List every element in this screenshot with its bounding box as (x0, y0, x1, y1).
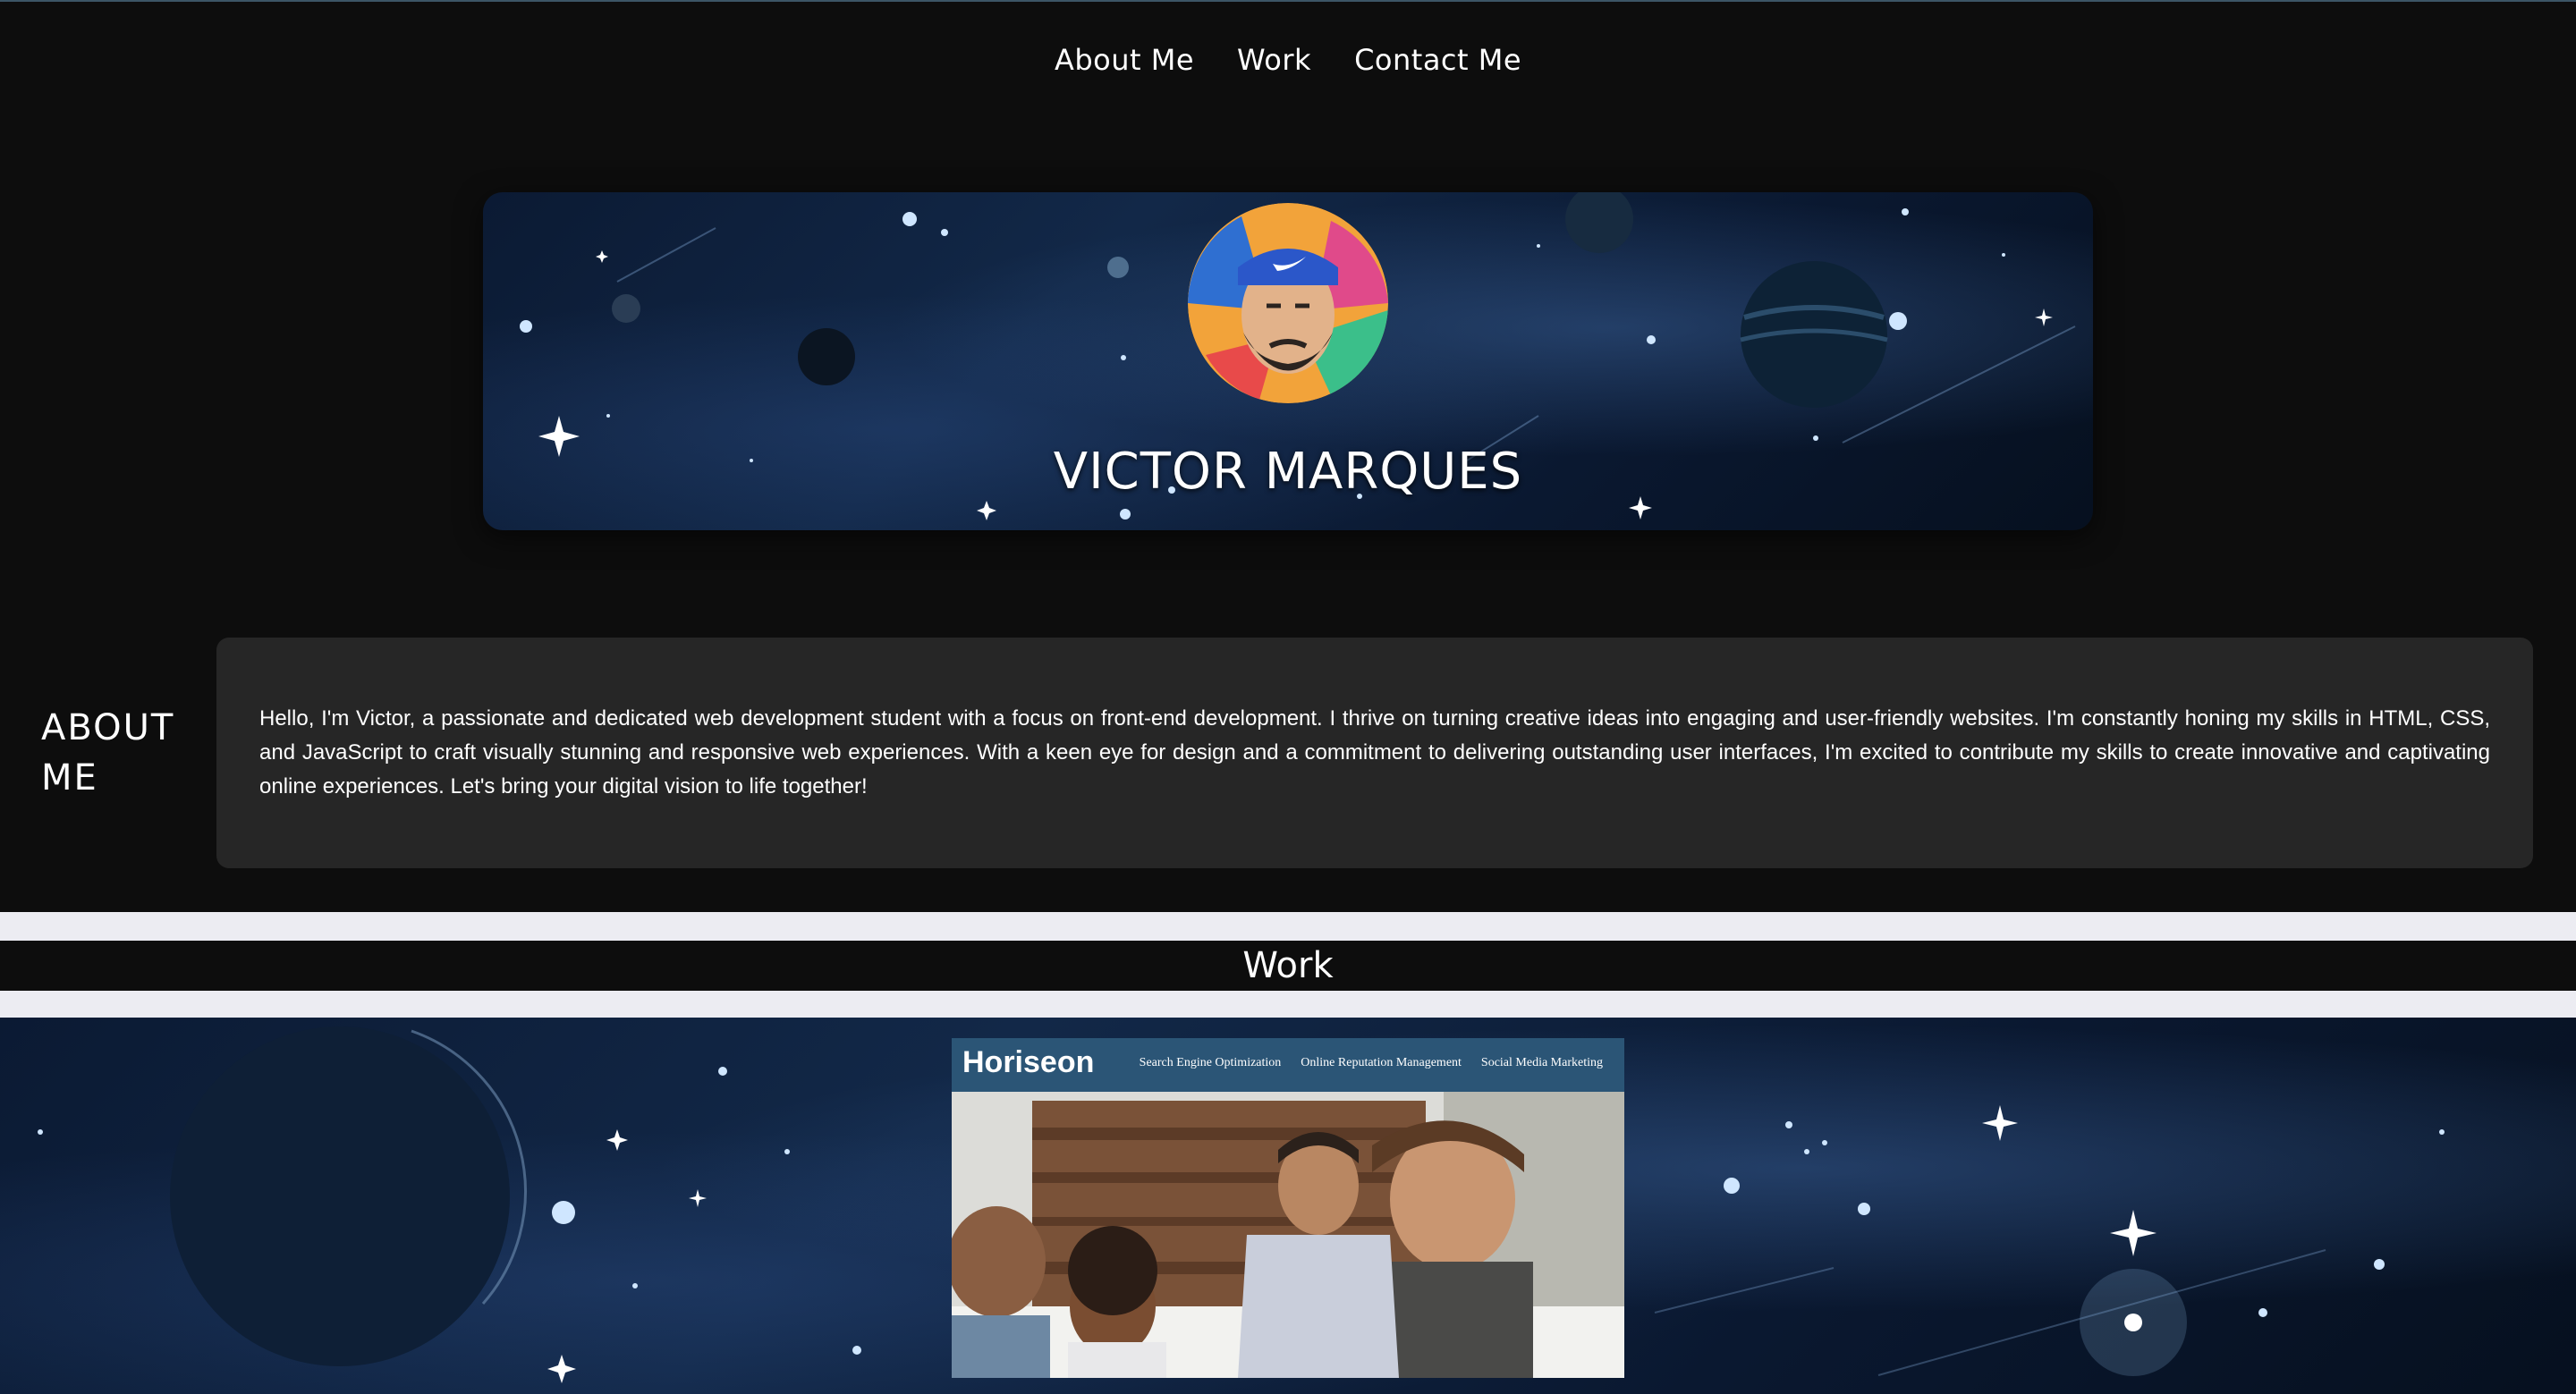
project-nav-item: Search Engine Optimization (1139, 1056, 1282, 1069)
work-section: Horiseon Search Engine Optimization Onli… (0, 1018, 2576, 1394)
about-card: Hello, I'm Victor, a passionate and dedi… (216, 638, 2533, 868)
nav-work[interactable]: Work (1237, 43, 1311, 77)
divider-band-bottom (0, 991, 2576, 1018)
top-nav: About Me Work Contact Me (0, 43, 2576, 77)
project-nav-item: Social Media Marketing (1480, 1056, 1603, 1069)
about-heading: ABOUT ME (41, 707, 175, 798)
person-avatar-icon (1188, 203, 1388, 403)
project-screenshot-image (952, 1092, 1624, 1378)
work-heading: Work (1242, 945, 1334, 986)
hero-banner: VICTOR MARQUES (483, 192, 2093, 530)
project-nav: Search Engine Optimization Online Reputa… (1140, 1056, 1603, 1070)
project-nav-item: Online Reputation Management (1301, 1056, 1462, 1069)
about-text: Hello, I'm Victor, a passionate and dedi… (259, 706, 2490, 798)
project-card-horiseon[interactable]: Horiseon Search Engine Optimization Onli… (952, 1038, 1624, 1378)
work-heading-bar: Work (0, 941, 2576, 991)
hero-name: VICTOR MARQUES (1053, 443, 1523, 501)
project-brand: Horiseon (962, 1045, 1095, 1079)
avatar (1188, 203, 1388, 403)
top-border (0, 0, 2576, 2)
project-header: Horiseon Search Engine Optimization Onli… (952, 1038, 1624, 1092)
nav-contact-me[interactable]: Contact Me (1354, 43, 1521, 77)
divider-band-top (0, 912, 2576, 941)
nav-about-me[interactable]: About Me (1055, 43, 1194, 77)
